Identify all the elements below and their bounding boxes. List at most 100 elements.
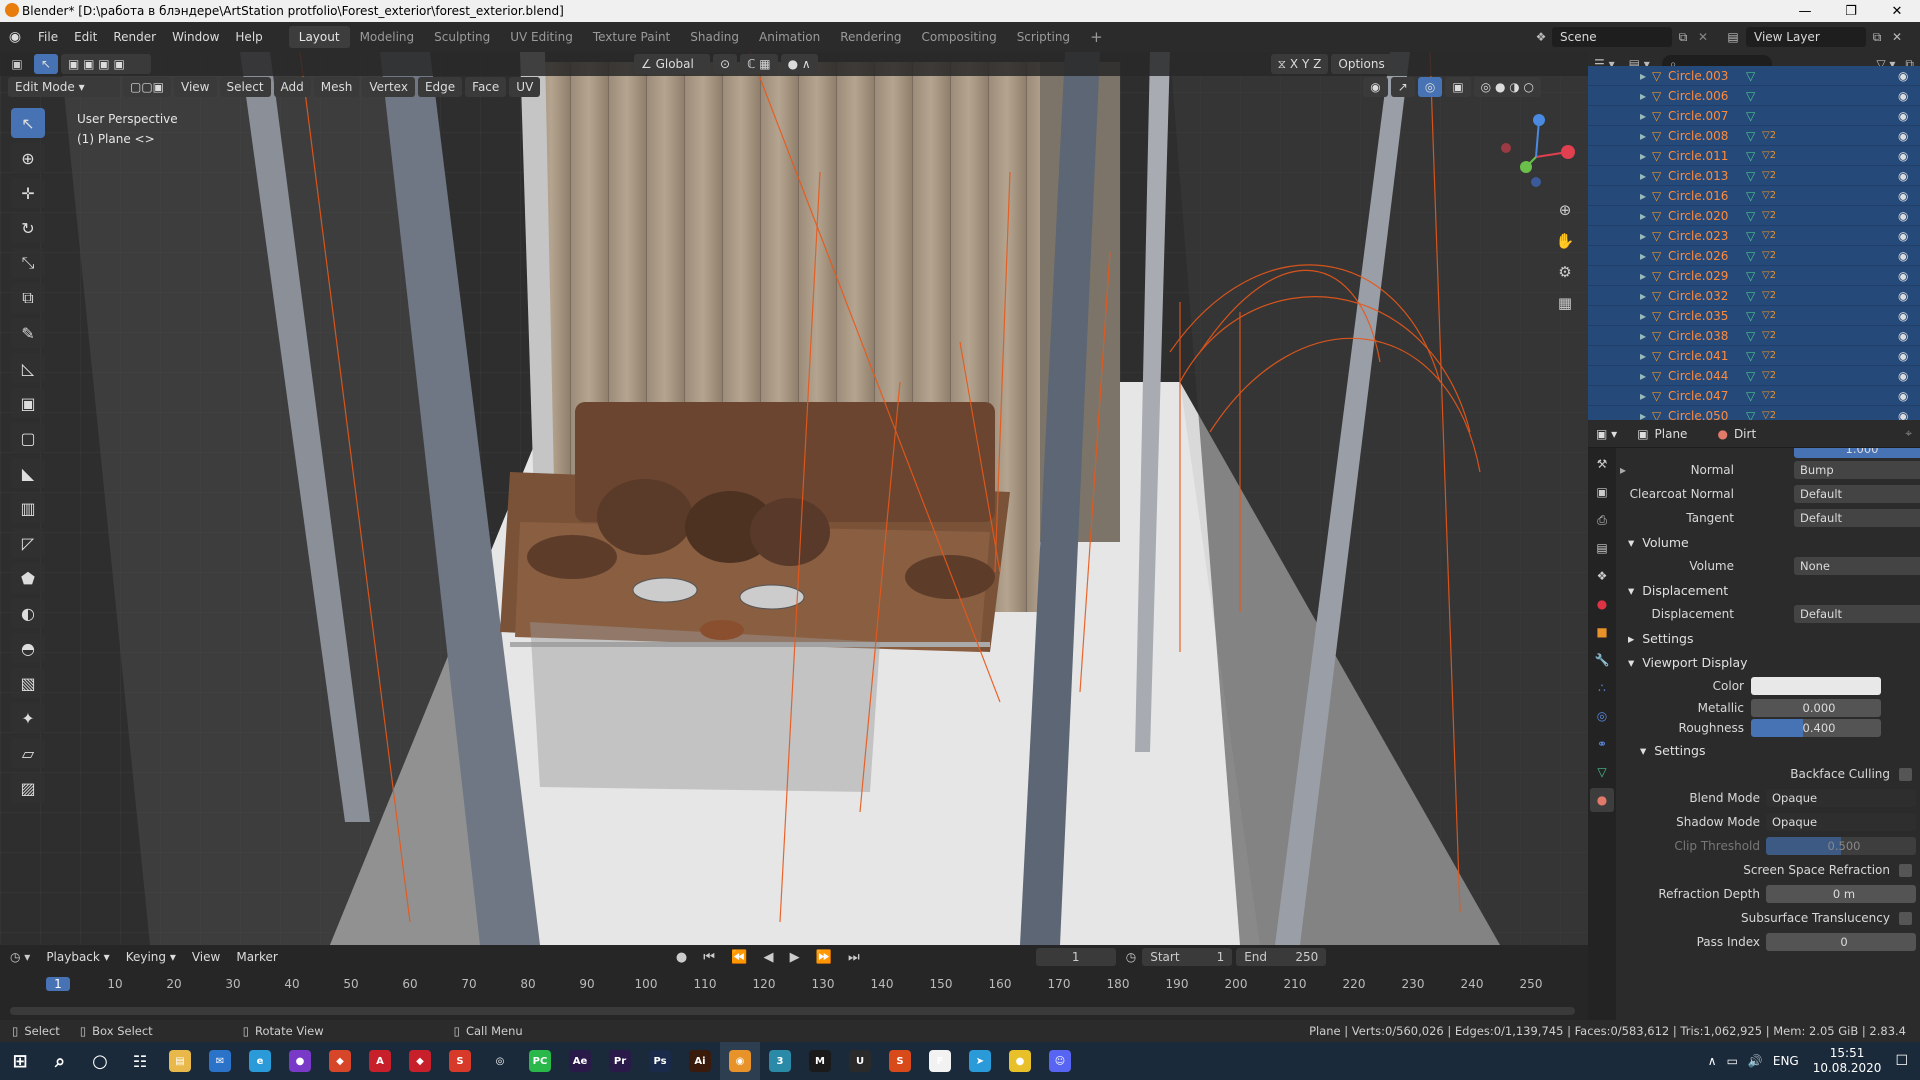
viewport-menu-uv[interactable]: UV [509,77,541,97]
expand-arrow-icon[interactable]: ▸ [1640,129,1646,143]
eye-icon[interactable]: ◉ [1898,229,1908,243]
blender-menu-icon[interactable]: ◉ [0,29,30,45]
taskbar-app-adobe-icon[interactable]: ◆ [400,1042,440,1080]
language-indicator[interactable]: ENG [1773,1054,1799,1068]
displacement-section-header[interactable]: ▾ Displacement [1616,578,1920,602]
viewport-menu-face[interactable]: Face [465,77,507,97]
taskbar-app-tor-icon[interactable]: ● [280,1042,320,1080]
outliner-row[interactable]: ▸ ▽ Circle.016 ▽ ▽2 ◉ [1588,186,1920,206]
render-tab-icon[interactable]: ▣ [1590,480,1614,504]
outliner-item-name[interactable]: Circle.003 [1668,69,1728,83]
taskbar-app-illustrator-icon[interactable]: Ai [680,1042,720,1080]
outliner-item-name[interactable]: Circle.038 [1668,329,1728,343]
annotate-tool-icon[interactable]: ✎ [11,318,45,348]
roughness-slider[interactable]: 0.400 [1751,719,1881,737]
zoom-icon[interactable]: ⊕ [1552,195,1578,226]
pan-hand-icon[interactable]: ✋ [1552,226,1578,257]
eye-icon[interactable]: ◉ [1898,389,1908,403]
taskbar-app-explorer-icon[interactable]: ▤ [160,1042,200,1080]
eye-icon[interactable]: ◉ [1898,109,1908,123]
material-tab-icon[interactable]: ● [1590,788,1614,812]
alpha-field[interactable]: 1.000 [1794,448,1920,458]
playback-controls[interactable]: ● ⏮ ⏪ ◀ ▶ ⏩ ⏭ [676,950,866,965]
shadow-mode-select[interactable]: Opaque [1766,813,1916,831]
pivot-point-icon[interactable]: ⊙ [713,54,738,74]
view-layer-field[interactable]: View Layer [1746,27,1866,47]
gizmo-icon[interactable]: ↗ [1390,77,1415,97]
ssr-checkbox[interactable] [1899,863,1912,877]
remove-scene-icon[interactable]: ✕ [1694,30,1712,44]
tab-layout[interactable]: Layout [288,26,350,48]
overlays-icon[interactable]: ◎ [1417,77,1443,97]
measure-tool-icon[interactable]: ◺ [11,353,45,383]
volume-field[interactable]: None [1794,557,1920,575]
outliner-row[interactable]: ▸ ▽ Circle.026 ▽ ▽2 ◉ [1588,246,1920,266]
taskbar-app-after-effects-icon[interactable]: Ae [560,1042,600,1080]
taskbar-app-pycharm-icon[interactable]: PC [520,1042,560,1080]
tray-up-arrow-icon[interactable]: ∧ [1708,1054,1717,1068]
visibility-icon[interactable]: ◉ [1363,77,1388,97]
outliner-row[interactable]: ▸ ▽ Circle.003 ▽ ◉ [1588,66,1920,86]
viewport-menu-edge[interactable]: Edge [417,77,463,97]
outliner-row[interactable]: ▸ ▽ Circle.020 ▽ ▽2 ◉ [1588,206,1920,226]
taskbar-app-substance-icon[interactable]: S [880,1042,920,1080]
taskbar-app-unity-icon[interactable]: U [840,1042,880,1080]
tab-rendering[interactable]: Rendering [830,26,911,48]
tab-sculpting[interactable]: Sculpting [424,26,500,48]
timeline-scrollbar[interactable] [10,1007,1575,1015]
output-tab-icon[interactable]: ⎙ [1590,508,1614,532]
menu-window[interactable]: Window [164,26,227,48]
windows-start-icon[interactable]: ⊞ [0,1042,40,1080]
scene-tab-icon[interactable]: ❖ [1590,564,1614,588]
clock[interactable]: 15:51 10.08.2020 [1813,1046,1882,1076]
eye-icon[interactable]: ◉ [1898,289,1908,303]
outliner-row[interactable]: ▸ ▽ Circle.032 ▽ ▽2 ◉ [1588,286,1920,306]
eye-icon[interactable]: ◉ [1898,209,1908,223]
taskbar-app-mail-icon[interactable]: ✉ [200,1042,240,1080]
outliner-item-name[interactable]: Circle.035 [1668,309,1728,323]
expand-arrow-icon[interactable]: ▸ [1640,409,1646,421]
expand-arrow-icon[interactable]: ▸ [1640,269,1646,283]
outliner-row[interactable]: ▸ ▽ Circle.044 ▽ ▽2 ◉ [1588,366,1920,386]
axis-z-toggle[interactable]: Z [1313,57,1321,71]
bevel-tool-icon[interactable]: ◣ [11,458,45,488]
smooth-tool-icon[interactable]: ◓ [11,633,45,663]
outliner-item-name[interactable]: Circle.050 [1668,409,1728,421]
object-tab-icon[interactable]: ■ [1590,620,1614,644]
add-workspace-icon[interactable]: + [1080,26,1113,48]
expand-arrow-icon[interactable]: ▸ [1640,389,1646,403]
eye-icon[interactable]: ◉ [1898,409,1908,421]
select-tool-icon[interactable]: ↖ [34,54,58,74]
timeline-menu-playback[interactable]: Playback ▾ [38,946,117,968]
notifications-icon[interactable]: ☐ [1895,1053,1908,1069]
taskbar-app-brave-icon[interactable]: ◆ [320,1042,360,1080]
extrude-tool-icon[interactable]: ▣ [11,388,45,418]
blend-mode-select[interactable]: Opaque [1766,789,1916,807]
vd-settings-header[interactable]: ▾ Settings [1616,738,1920,762]
properties-editor-icon[interactable]: ▣ ▾ [1596,427,1617,441]
taskbar-app-steam-icon[interactable]: ◎ [480,1042,520,1080]
eye-icon[interactable]: ◉ [1898,249,1908,263]
editor-type-icon[interactable]: ▣ [0,57,34,71]
xray-icon[interactable]: ▣ [1445,77,1471,97]
properties-object-name[interactable]: Plane [1655,427,1688,441]
scene-field[interactable]: Scene [1552,27,1672,47]
viewport-display-section-header[interactable]: ▾ Viewport Display [1616,650,1920,674]
viewport-menu-vertex[interactable]: Vertex [362,77,415,97]
eye-icon[interactable]: ◉ [1898,149,1908,163]
eye-icon[interactable]: ◉ [1898,349,1908,363]
outliner-item-name[interactable]: Circle.047 [1668,389,1728,403]
volume-icon[interactable]: 🔊 [1748,1054,1763,1068]
options-button[interactable]: Options [1331,54,1392,74]
viewport-menu-view[interactable]: View [174,77,217,97]
timeline-menu-keying[interactable]: Keying ▾ [118,946,184,968]
displacement-field[interactable]: Default [1794,605,1920,623]
menu-render[interactable]: Render [105,26,164,48]
outliner-row[interactable]: ▸ ▽ Circle.035 ▽ ▽2 ◉ [1588,306,1920,326]
menu-edit[interactable]: Edit [66,26,105,48]
taskbar-app-acrobat-icon[interactable]: A [360,1042,400,1080]
expand-arrow-icon[interactable]: ▸ [1640,69,1646,83]
tab-compositing[interactable]: Compositing [911,26,1006,48]
eye-icon[interactable]: ◉ [1898,189,1908,203]
navigation-gizmo[interactable] [1496,112,1576,192]
